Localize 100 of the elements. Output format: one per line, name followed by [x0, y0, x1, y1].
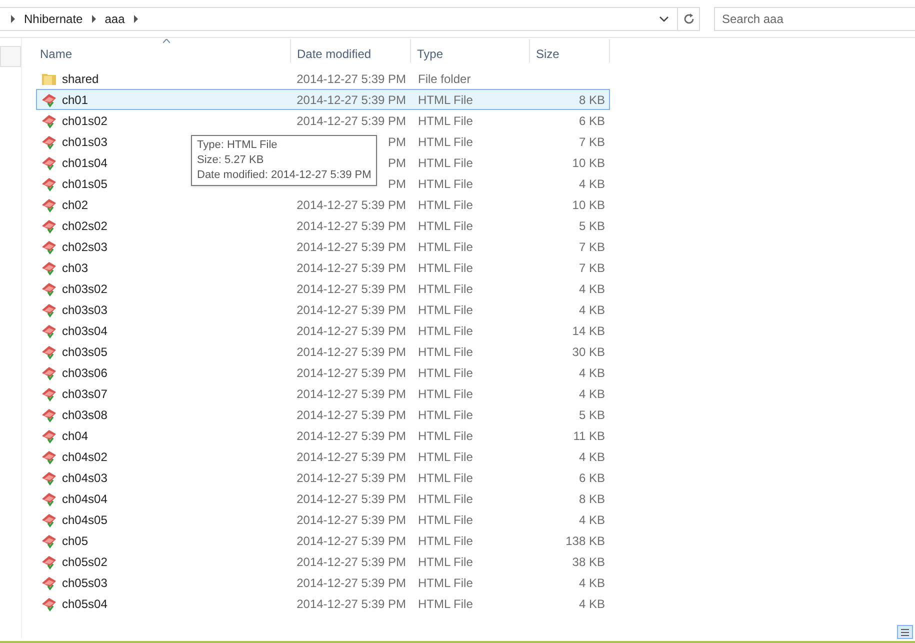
date-cell-text: 2014-12-27 5:39 PM	[296, 238, 406, 256]
type-cell-text: HTML File	[417, 260, 474, 276]
type-cell-text: HTML File	[417, 406, 474, 424]
file-name: ch04s03	[62, 470, 108, 486]
chevron-right-icon[interactable]	[90, 14, 97, 22]
html-file-icon	[41, 406, 57, 422]
size-cell-text: 7 KB	[578, 134, 605, 150]
tooltip-text: Size: 5.27 KB	[197, 153, 265, 168]
type-cell-text: HTML File	[417, 554, 474, 570]
date-cell-text: 2014-12-27 5:39 PM	[296, 218, 406, 234]
date-cell-text: 2014-12-27 5:39 PM	[296, 364, 406, 382]
size-cell-text: 7 KB	[578, 260, 605, 276]
file-name: ch02s02	[62, 218, 108, 234]
breadcrumb-item[interactable]: Nhibernate	[24, 10, 83, 28]
search-field[interactable]: Search aaa	[714, 6, 915, 30]
selected-row[interactable]: ch01 2014-12-27 5:39 PM HTML File 8 KB	[36, 89, 610, 110]
type-cell-text: File folder	[417, 70, 472, 88]
html-file-icon	[41, 470, 57, 486]
file-name: ch03s07	[62, 386, 108, 402]
file-name: ch04s05	[62, 512, 108, 528]
file-name: ch05s02	[62, 554, 108, 570]
html-file-icon	[41, 112, 57, 128]
date-cell-text: 2014-12-27 5:39 PM	[296, 596, 406, 612]
date-cell-text: 2014-12-27 5:39 PM	[296, 490, 406, 508]
size-cell-text: 5 KB	[578, 406, 605, 424]
type-cell-text: HTML File	[417, 470, 474, 486]
column-header[interactable]: Size	[530, 39, 610, 63]
html-file-icon	[41, 280, 57, 296]
type-cell-text: HTML File	[417, 344, 474, 360]
column-header[interactable]: Name	[36, 39, 291, 63]
type-cell-text: HTML File	[417, 280, 474, 298]
date-cell-text: 2014-12-27 5:39 PM	[296, 260, 406, 276]
html-file-icon	[41, 574, 57, 590]
html-file-icon	[41, 344, 57, 360]
file-name: ch03	[62, 260, 88, 276]
type-cell-text: HTML File	[417, 512, 474, 528]
details-view-button[interactable]	[897, 625, 913, 639]
file-name: ch05	[62, 532, 88, 550]
date-cell-text: 2014-12-27 5:39 PM	[296, 302, 406, 318]
type-cell-text: HTML File	[417, 196, 474, 214]
html-file-icon	[41, 490, 57, 506]
chevron-right-icon[interactable]	[10, 14, 16, 22]
html-file-icon	[41, 364, 57, 380]
date-cell-text: 2014-12-27 5:39 PM	[296, 574, 406, 592]
date-cell-text: 2014-12-27 5:39 PM	[296, 280, 406, 298]
type-cell-text: HTML File	[417, 238, 474, 256]
html-file-icon	[41, 134, 57, 150]
file-name: ch03s05	[62, 344, 108, 360]
date-cell-text: 2014-12-27 5:39 PM	[296, 344, 406, 360]
type-cell-text: HTML File	[417, 92, 474, 108]
html-file-icon	[41, 386, 57, 402]
file-name: ch03s08	[62, 406, 108, 424]
date-cell-text: 2014-12-27 5:39 PM	[296, 554, 406, 570]
date-cell-text: 2014-12-27 5:39 PM	[296, 196, 406, 214]
html-file-icon	[41, 428, 57, 444]
type-cell-text: HTML File	[417, 322, 474, 340]
type-cell-text: HTML File	[417, 532, 474, 550]
size-cell-text: 6 KB	[578, 470, 605, 486]
size-cell-text: 138 KB	[564, 532, 605, 550]
size-cell-text: 4 KB	[578, 448, 605, 466]
html-file-icon	[41, 154, 57, 170]
column-header[interactable]: Date modified	[291, 39, 411, 63]
html-file-icon	[41, 176, 57, 192]
chevron-right-icon[interactable]	[132, 14, 139, 22]
file-name: ch01	[62, 92, 88, 108]
type-cell-text: HTML File	[417, 154, 474, 172]
size-cell-text: 4 KB	[578, 302, 605, 318]
size-cell-text: 4 KB	[578, 512, 605, 528]
date-cell-text: 2014-12-27 5:39 PM	[296, 428, 406, 444]
html-file-icon	[41, 218, 57, 234]
type-cell-text: HTML File	[417, 364, 474, 382]
tooltip-text: Type: HTML File	[197, 138, 278, 153]
size-cell-text: 8 KB	[578, 92, 605, 108]
date-cell-text: PM	[388, 154, 406, 172]
date-cell-text: 2014-12-27 5:39 PM	[296, 448, 406, 466]
size-cell-text: 10 KB	[571, 196, 605, 214]
size-cell-text: 10 KB	[571, 154, 605, 172]
html-file-icon	[41, 596, 57, 612]
html-file-icon	[41, 260, 57, 276]
size-cell-text: 30 KB	[571, 344, 605, 360]
type-cell-text: HTML File	[417, 596, 474, 612]
html-file-icon	[41, 238, 57, 254]
file-name: ch03s02	[62, 280, 108, 298]
date-cell-text: 2014-12-27 5:39 PM	[296, 70, 406, 88]
type-cell-text: HTML File	[417, 176, 474, 192]
column-header[interactable]: Type	[411, 39, 530, 63]
type-cell-text: HTML File	[417, 112, 474, 130]
size-cell-text: 4 KB	[578, 280, 605, 298]
size-cell-text: 4 KB	[578, 574, 605, 592]
size-cell-text: 5 KB	[578, 218, 605, 234]
html-file-icon	[41, 448, 57, 464]
size-cell-text: 4 KB	[578, 364, 605, 382]
date-cell-text: 2014-12-27 5:39 PM	[296, 322, 406, 340]
type-cell-text: HTML File	[417, 302, 474, 318]
breadcrumb-item[interactable]: aaa	[104, 10, 125, 28]
date-cell-text: PM	[388, 134, 406, 150]
file-name: shared	[62, 70, 99, 88]
file-name: ch04s04	[62, 490, 108, 508]
tooltip-text: Date modified: 2014-12-27 5:39 PM	[197, 168, 372, 183]
dropdown-icon[interactable]	[659, 14, 669, 22]
